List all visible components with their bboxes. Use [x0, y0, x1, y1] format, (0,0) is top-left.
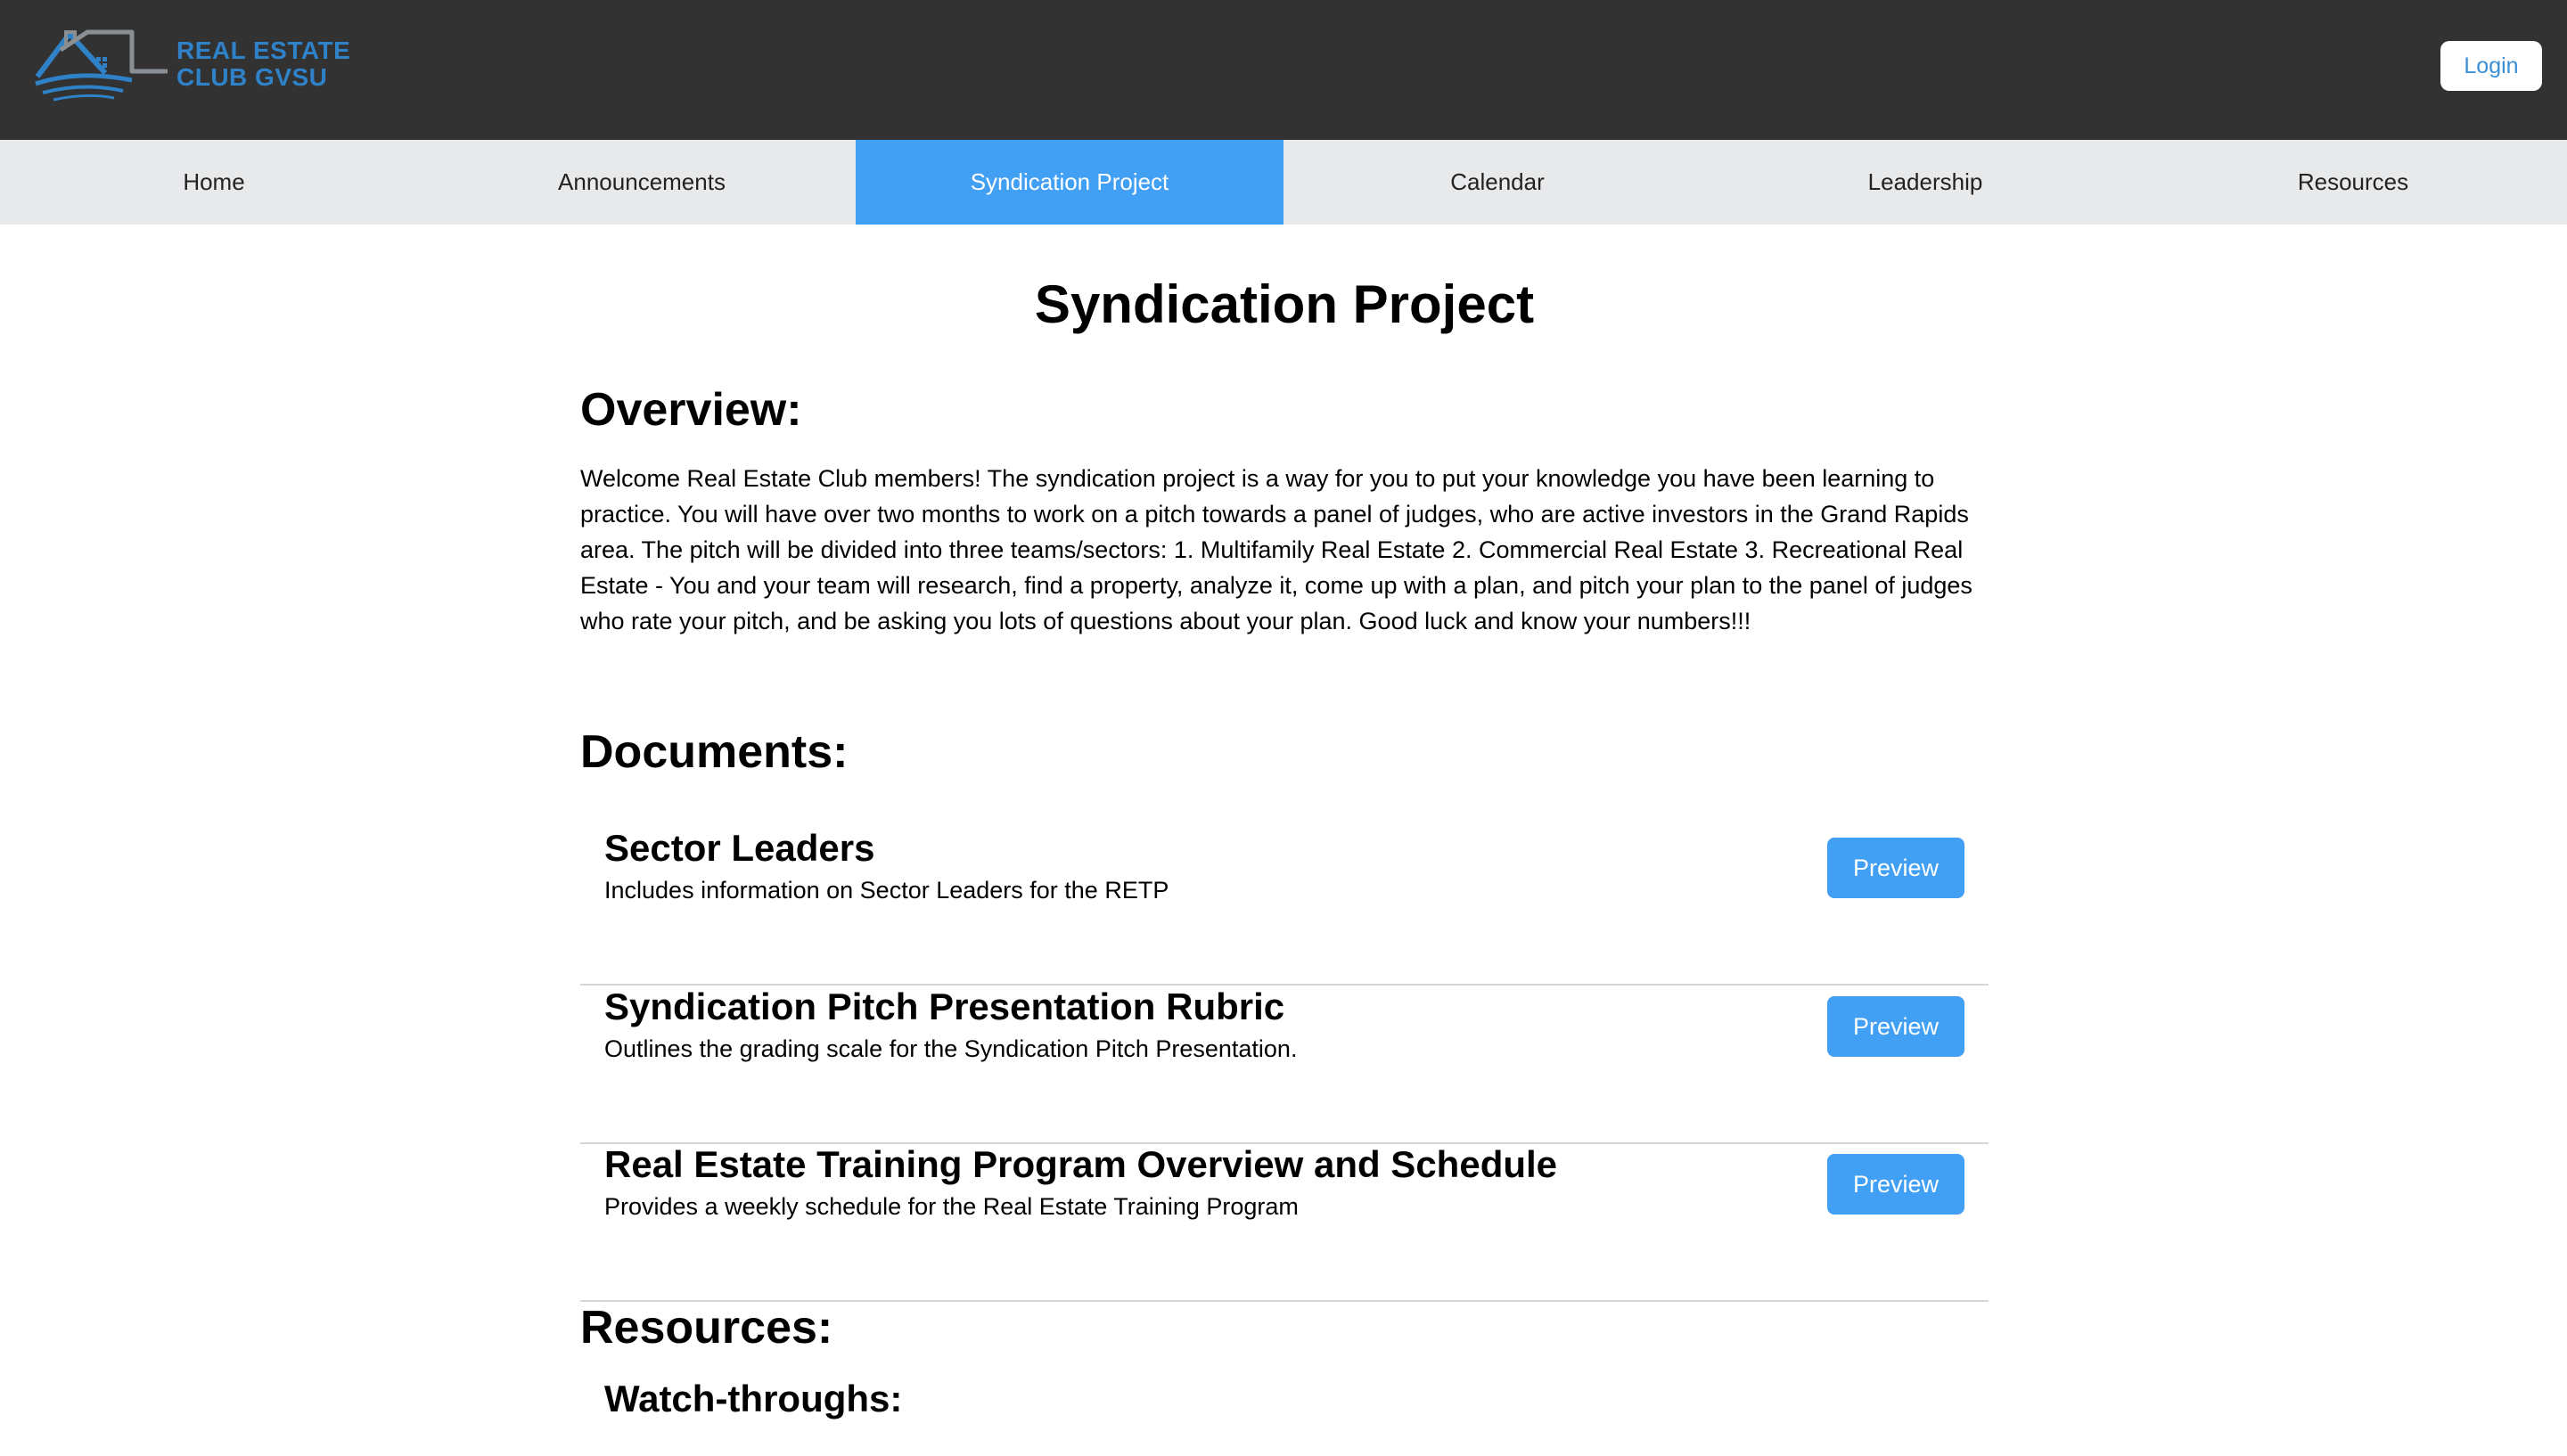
document-title: Sector Leaders [604, 827, 875, 869]
document-description: Includes information on Sector Leaders f… [604, 877, 1169, 904]
club-logo[interactable]: REAL ESTATE CLUB GVSU [34, 25, 373, 103]
documents-heading: Documents: [580, 726, 849, 778]
nav-item-calendar[interactable]: Calendar [1284, 140, 1711, 225]
preview-button-sector-leaders[interactable]: Preview [1827, 838, 1964, 898]
document-row-sector-leaders: Sector Leaders Includes information on S… [580, 827, 1989, 986]
document-row-pitch-rubric: Syndication Pitch Presentation Rubric Ou… [580, 986, 1989, 1144]
logo-text: REAL ESTATE CLUB GVSU [176, 37, 350, 91]
document-title: Syndication Pitch Presentation Rubric [604, 986, 1285, 1027]
watch-throughs-heading: Watch-throughs: [604, 1378, 903, 1419]
nav-item-syndication-project[interactable]: Syndication Project [856, 140, 1284, 225]
page-title: Syndication Project [1034, 274, 1535, 334]
nav-item-leadership[interactable]: Leadership [1711, 140, 2139, 225]
document-description: Provides a weekly schedule for the Real … [604, 1193, 1299, 1220]
logo-line-2: CLUB GVSU [176, 63, 328, 91]
resources-heading: Resources: [580, 1302, 833, 1354]
login-button[interactable]: Login [2440, 41, 2542, 91]
preview-button-training-program[interactable]: Preview [1827, 1154, 1964, 1215]
nav-item-home[interactable]: Home [0, 140, 428, 225]
overview-heading: Overview: [580, 384, 802, 436]
main-nav: Home Announcements Syndication Project C… [0, 140, 2567, 225]
overview-text: Welcome Real Estate Club members! The sy… [580, 465, 1972, 634]
nav-item-announcements[interactable]: Announcements [428, 140, 856, 225]
logo-line-1: REAL ESTATE [176, 37, 351, 64]
document-title: Real Estate Training Program Overview an… [604, 1143, 1558, 1185]
house-logo-icon [35, 29, 168, 102]
document-description: Outlines the grading scale for the Syndi… [604, 1035, 1298, 1062]
document-row-training-program: Real Estate Training Program Overview an… [580, 1143, 1989, 1302]
top-header: REAL ESTATE CLUB GVSU Login [0, 0, 2567, 140]
preview-button-pitch-rubric[interactable]: Preview [1827, 996, 1964, 1057]
nav-item-resources[interactable]: Resources [2139, 140, 2567, 225]
